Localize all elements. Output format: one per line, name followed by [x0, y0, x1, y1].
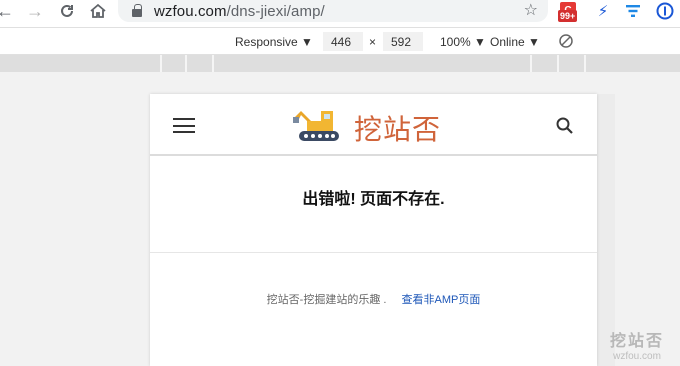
search-icon[interactable] [555, 116, 575, 136]
reload-icon[interactable] [56, 0, 78, 22]
content-divider [150, 252, 597, 253]
lock-icon [132, 4, 142, 17]
device-select[interactable]: Responsive ▼ [235, 35, 313, 49]
bookmark-star-icon[interactable]: ☆ [524, 0, 538, 20]
network-select[interactable]: Online ▼ [490, 35, 540, 49]
address-bar[interactable]: wzfou.com/dns-jiexi/amp/ ☆ [118, 0, 548, 22]
excavator-logo-icon[interactable] [291, 105, 341, 143]
site-brand[interactable]: 挖站否 [354, 108, 441, 148]
width-input[interactable]: 446 [323, 32, 363, 51]
canvas-side-shadow [597, 94, 615, 366]
error-title: 出错啦! 页面不存在. [302, 191, 445, 208]
url-host: wzfou.com [154, 2, 227, 20]
extension-badge: 99+ [558, 10, 578, 22]
browser-toolbar: ← → wzfou.com/dns-jiexi/amp/ ☆ C 99+ ⚡ [0, 0, 680, 27]
non-amp-link[interactable]: 查看非AMP页面 [402, 294, 481, 306]
site-footer: 挖站否-挖掘建站的乐趣 . 查看非AMP页面 [150, 291, 597, 307]
dimension-separator: × [369, 35, 377, 49]
home-icon[interactable] [87, 0, 109, 22]
password-manager-icon[interactable] [654, 0, 676, 22]
device-toolbar: Responsive ▼ 446 × 592 100% ▼ Online ▼ [0, 27, 680, 55]
url-text: wzfou.com/dns-jiexi/amp/ [154, 3, 325, 20]
watermark-url: wzfou.com [613, 351, 661, 362]
page-canvas: 挖站否 出错啦! 页面不存在. 挖站否-挖掘建站的乐趣 . 查看非AMP页面 [150, 94, 597, 366]
height-input[interactable]: 592 [383, 32, 423, 51]
watermark: 挖站否 wzfou.com [610, 327, 664, 362]
lightning-extension-icon[interactable]: ⚡ [592, 0, 614, 22]
watermark-name: 挖站否 [610, 333, 665, 350]
rotate-icon[interactable] [558, 33, 574, 52]
zoom-select[interactable]: 100% ▼ [440, 35, 486, 49]
footer-text: 挖站否-挖掘建站的乐趣 . [266, 294, 387, 306]
site-header: 挖站否 [150, 94, 597, 156]
forward-arrow-icon[interactable]: → [24, 0, 46, 22]
back-arrow-icon[interactable]: ← [0, 0, 16, 22]
hamburger-menu-icon[interactable] [173, 118, 195, 134]
filter-extension-icon[interactable] [622, 0, 644, 22]
url-path: /dns-jiexi/amp/ [226, 2, 325, 20]
media-query-ruler [0, 55, 680, 72]
